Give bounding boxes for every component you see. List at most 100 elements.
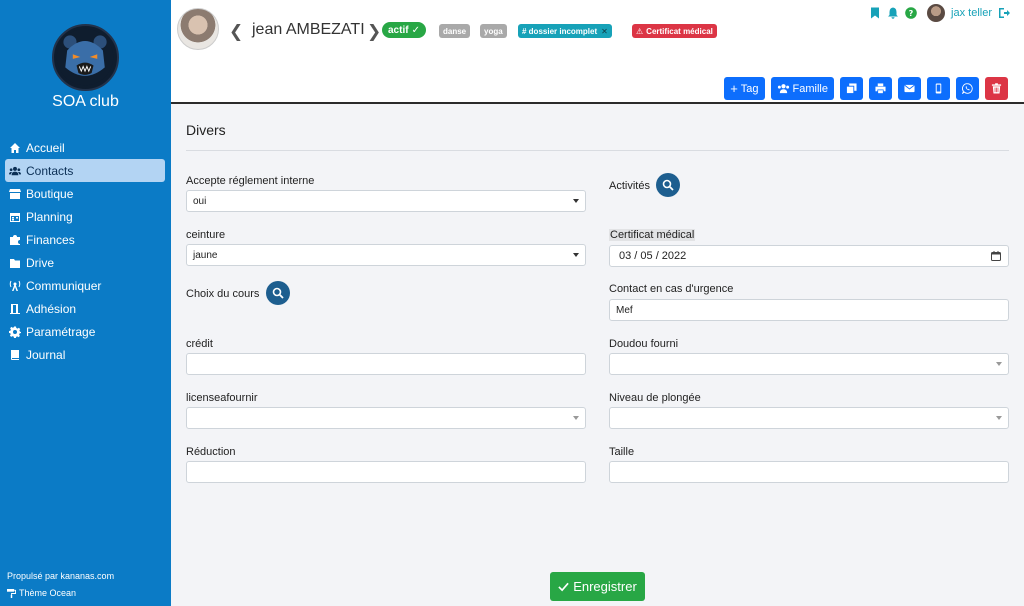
sidebar-item-label: Planning [26,209,73,224]
contact-avatar[interactable] [177,8,219,50]
famille-label: Famille [792,82,828,95]
tag-badge-danse[interactable]: danse [439,24,471,38]
certificat-medical-badge[interactable]: ⚠ Certificat médical [632,24,717,38]
certificat-badge-label: Certificat médical [646,26,713,36]
sidebar: SOA club Accueil Contacts Boutique Plann… [0,0,171,606]
famille-button[interactable]: Famille [770,77,834,100]
niveau-plongee-select[interactable] [609,407,1009,429]
contact-urgence-label: Contact en cas d'urgence [609,283,734,295]
print-button[interactable] [869,77,892,100]
duplicate-button[interactable] [840,77,863,100]
taille-label: Taille [609,446,635,458]
envelope-icon [904,84,915,93]
theme-label: Thème Ocean [19,588,77,598]
accepte-reglement-label: Accepte réglement interne [186,175,315,187]
save-button[interactable]: Enregistrer [550,572,645,601]
ceinture-label: ceinture [186,229,226,241]
whatsapp-button[interactable] [956,77,979,100]
sidebar-item-label: Accueil [26,140,65,155]
licenseafournir-select[interactable] [186,407,586,429]
certificat-medical-date-input[interactable]: 03 / 05 / 2022 [609,245,1009,267]
club-logo[interactable] [52,24,119,91]
user-name[interactable]: jax teller [951,7,992,19]
club-name: SOA club [52,93,119,110]
choix-cours-label: Choix du cours [186,288,260,300]
bell-icon[interactable] [887,7,899,19]
doudou-fourni-label: Doudou fourni [609,338,679,350]
users-icon [9,166,21,175]
door-icon [10,303,20,314]
calendar-icon[interactable] [991,251,1001,261]
credit-input[interactable] [186,353,586,375]
taille-input[interactable] [609,461,1009,483]
choix-cours-search-button[interactable] [266,281,290,305]
broadcast-icon [9,280,21,291]
doudou-fourni-select[interactable] [609,353,1009,375]
credit-label: crédit [186,338,213,350]
sidebar-item-label: Contacts [26,163,74,178]
sidebar-item-adhesion[interactable]: Adhésion [5,297,165,320]
user-avatar[interactable] [927,4,946,22]
ceinture-value: jaune [193,249,218,261]
sidebar-item-label: Communiquer [26,278,102,293]
mobile-icon [935,83,942,94]
trash-icon [991,83,1002,94]
sidebar-item-boutique[interactable]: Boutique [5,182,165,205]
email-button[interactable] [898,77,921,100]
ceinture-select[interactable]: jaune [186,244,586,266]
logout-icon[interactable] [998,7,1010,19]
activites-search-button[interactable] [656,173,680,197]
check-icon: ✓ [411,24,420,36]
reduction-input[interactable] [186,461,586,483]
sidebar-item-drive[interactable]: Drive [5,251,165,274]
sidebar-item-label: Finances [26,232,75,247]
save-label: Enregistrer [573,579,637,594]
remove-tag-icon[interactable]: ✕ [601,27,608,36]
contact-urgence-input[interactable]: Mef [609,299,1009,321]
status-badge[interactable]: actif ✓ [382,22,426,38]
warning-icon: ⚠ [636,26,644,36]
paint-roller-icon [7,588,16,598]
powered-by[interactable]: Propulsé par kananas.com [7,571,114,581]
add-tag-button[interactable]: + Tag [724,77,765,100]
theme-switch[interactable]: Thème Ocean [7,588,76,598]
accepte-reglement-select[interactable]: oui [186,190,586,212]
puzzle-icon [10,234,20,245]
check-icon [558,582,569,592]
contact-header: ❮ jean AMBEZATI ❯ actif ✓ danse yoga # d… [171,0,1024,104]
sidebar-item-planning[interactable]: Planning [5,205,165,228]
activites-label: Activités [609,180,650,192]
top-user-bar: ? jax teller [869,4,1010,22]
sidebar-item-finances[interactable]: Finances [5,228,165,251]
bear-logo-icon [56,28,114,86]
next-contact-icon[interactable]: ❯ [367,22,381,42]
contact-actions: + Tag Famille [724,77,1008,100]
sidebar-item-parametrage[interactable]: Paramétrage [5,320,165,343]
svg-text:?: ? [909,9,914,18]
bookmark-icon[interactable] [869,7,881,19]
contact-urgence-value: Mef [616,304,633,316]
book-icon [11,349,19,360]
section-title: Divers [186,122,226,138]
sidebar-item-journal[interactable]: Journal [5,343,165,366]
sms-button[interactable] [927,77,950,100]
sidebar-item-contacts[interactable]: Contacts [5,159,165,182]
home-icon [10,142,20,153]
tag-badge-yoga[interactable]: yoga [480,24,507,38]
printer-icon [875,83,886,94]
accepte-reglement-value: oui [193,195,207,207]
calendar-icon [10,212,20,222]
add-tag-label: Tag [740,82,759,95]
certificat-medical-value: 03 / 05 / 2022 [619,250,687,262]
sidebar-item-label: Drive [26,255,55,270]
sidebar-item-communiquer[interactable]: Communiquer [5,274,165,297]
certificat-medical-label: Certificat médical [609,229,696,241]
copy-icon [846,83,857,94]
status-label: actif [388,24,409,36]
sidebar-item-accueil[interactable]: Accueil [5,136,165,159]
delete-button[interactable] [985,77,1008,100]
dossier-incomplet-badge[interactable]: # dossier incomplet ✕ [518,24,612,38]
help-icon[interactable]: ? [905,7,917,19]
previous-contact-icon[interactable]: ❮ [229,22,243,42]
chevron-down-icon [573,199,579,203]
